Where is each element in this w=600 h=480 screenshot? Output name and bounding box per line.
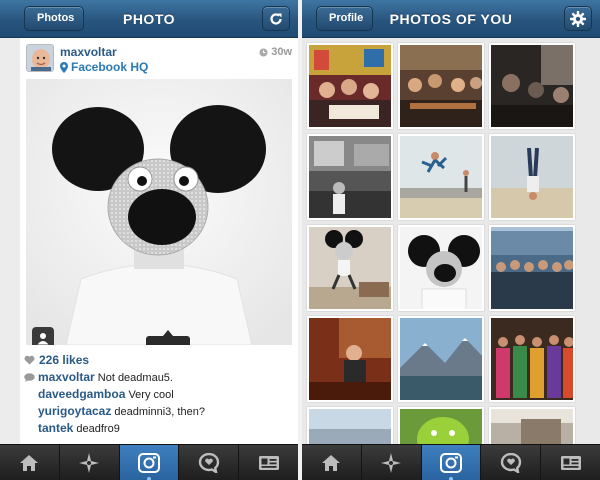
comment-text: deadminni3, then?: [114, 406, 205, 418]
comment-item: tantek deadfro9: [24, 420, 294, 437]
tab-bar: [302, 444, 600, 480]
likes-count[interactable]: 226 likes: [24, 353, 89, 367]
tag-people-button[interactable]: [32, 327, 54, 345]
back-button[interactable]: Photos: [24, 6, 85, 31]
office-group-photo[interactable]: [489, 225, 575, 311]
photo-post: maxvoltar Facebook HQ 30w 226 likes maxv…: [20, 38, 298, 444]
tab-explore[interactable]: [60, 445, 120, 480]
camera-icon: [439, 452, 462, 473]
dark-crowd-photo[interactable]: [489, 43, 575, 129]
photo-detail-screen: PHOTO Photos maxvoltar Facebook HQ 30w 2…: [0, 0, 298, 480]
profile-icon: [258, 455, 279, 470]
tab-bar: [0, 444, 298, 480]
camera-icon: [137, 452, 160, 473]
comment-user[interactable]: tantek: [38, 421, 73, 435]
settings-button[interactable]: [564, 6, 592, 31]
person-tag-icon: [37, 333, 49, 345]
heart-icon: [24, 355, 35, 365]
tab-profile[interactable]: [239, 445, 298, 480]
back-button-label: Photos: [37, 12, 75, 24]
mouse-head-jump-photo[interactable]: [307, 225, 393, 311]
gear-icon: [570, 10, 586, 27]
tab-home[interactable]: [0, 445, 60, 480]
home-icon: [322, 454, 341, 471]
comment-text: deadfro9: [76, 423, 120, 435]
location-pin-icon: [60, 61, 68, 73]
refresh-button[interactable]: [262, 6, 290, 31]
comment-user[interactable]: yurigoytacaz: [38, 404, 111, 418]
mountain-lake-photo[interactable]: [398, 316, 484, 402]
person-tag-label[interactable]: amy: [146, 330, 190, 345]
explore-icon: [381, 452, 402, 473]
back-button[interactable]: Profile: [316, 6, 374, 31]
tab-camera[interactable]: [119, 445, 180, 480]
post-location[interactable]: Facebook HQ: [60, 60, 148, 74]
comment-list: maxvoltar Not deadmau5. daveedgamboa Ver…: [24, 369, 294, 437]
nav-bar: PHOTOS OF YOU Profile: [302, 0, 600, 38]
post-age-label: 30w: [271, 46, 292, 58]
tab-profile[interactable]: [541, 445, 600, 480]
post-username[interactable]: maxvoltar: [60, 45, 117, 59]
home-icon: [20, 454, 39, 471]
mouse-head-photo-image: [26, 79, 292, 345]
refresh-icon: [270, 12, 282, 25]
location-label: Facebook HQ: [71, 60, 149, 74]
likes-label: 226 likes: [39, 353, 90, 367]
bw-street-photo[interactable]: [307, 134, 393, 220]
avatar-face-image: [27, 45, 53, 71]
comment-bubble-icon: [24, 373, 35, 382]
tab-camera[interactable]: [421, 445, 482, 480]
nav-bar: PHOTO Photos: [0, 0, 298, 38]
red-room-photo[interactable]: [307, 316, 393, 402]
avatar[interactable]: [26, 44, 54, 72]
tab-news[interactable]: [481, 445, 542, 480]
comment-text: Not deadmau5.: [97, 372, 173, 384]
explore-icon: [79, 452, 100, 473]
profile-icon: [560, 455, 581, 470]
beach-handstand-photo[interactable]: [489, 134, 575, 220]
comment-user[interactable]: daveedgamboa: [38, 387, 125, 401]
back-button-label: Profile: [329, 12, 364, 24]
clock-icon: [259, 47, 268, 57]
comment-item: maxvoltar Not deadmau5.: [24, 369, 294, 386]
comment-item: daveedgamboa Very cool: [24, 386, 294, 403]
comment-item: yurigoytacaz deadminni3, then?: [24, 403, 294, 420]
costume-group-photo[interactable]: [489, 316, 575, 402]
tab-news[interactable]: [179, 445, 240, 480]
comment-text: Very cool: [128, 389, 174, 401]
mouse-head-portrait-photo[interactable]: [398, 225, 484, 311]
tab-explore[interactable]: [362, 445, 422, 480]
news-icon: [500, 452, 521, 473]
group-party-photo[interactable]: [307, 43, 393, 129]
comment-user[interactable]: maxvoltar: [38, 370, 95, 384]
post-age: 30w: [259, 46, 292, 58]
tab-home[interactable]: [302, 445, 362, 480]
left-gutter: [0, 38, 20, 444]
beach-jump-photo[interactable]: [398, 134, 484, 220]
photos-of-you-screen: PHOTOS OF YOU Profile: [302, 0, 600, 480]
post-photo[interactable]: amy: [26, 79, 292, 345]
news-icon: [198, 452, 219, 473]
bar-crowd-photo[interactable]: [398, 43, 484, 129]
